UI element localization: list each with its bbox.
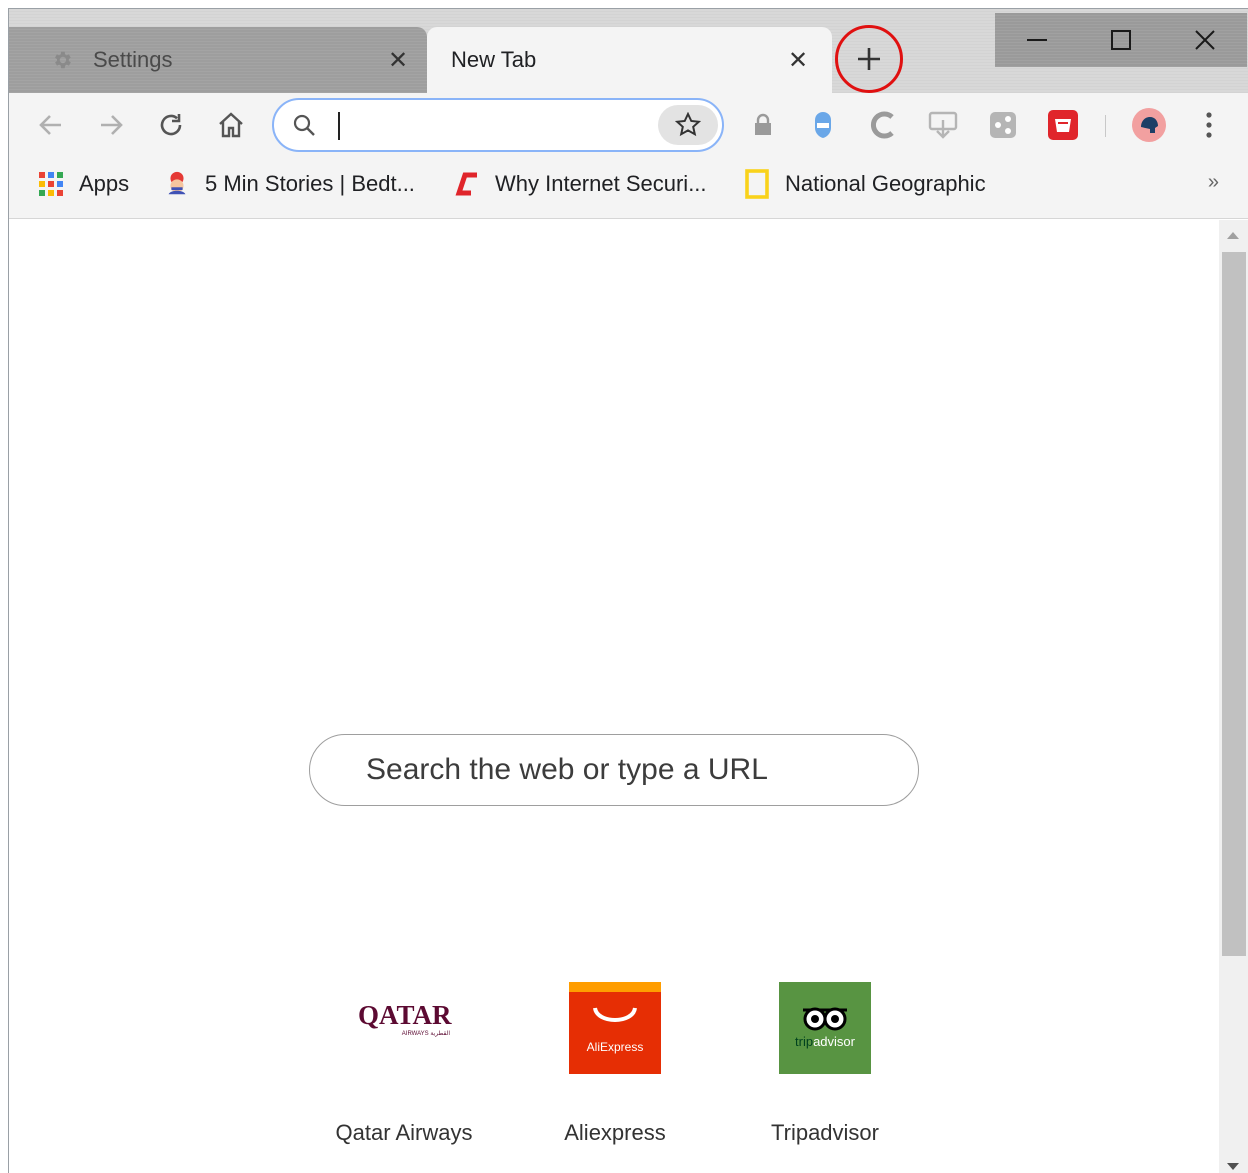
tile-aliexpress[interactable]: AliExpress Aliexpress	[535, 972, 695, 1172]
profile-button[interactable]	[1127, 103, 1171, 147]
bookmark-label: National Geographic	[785, 171, 986, 196]
home-icon	[219, 112, 243, 138]
comodo-extension-button[interactable]	[861, 103, 905, 147]
comodo-extension-icon	[871, 111, 894, 139]
lock-extension-button[interactable]	[741, 103, 785, 147]
tab-settings[interactable]: Settings ✕	[9, 27, 427, 93]
browser-window: Settings ✕ New Tab ✕ Apps 5 Min Stories …	[8, 8, 1248, 1173]
minimize-icon	[1027, 39, 1047, 41]
search-placeholder: Search the web or type a URL	[366, 753, 768, 786]
tab-new-tab[interactable]: New Tab ✕	[427, 27, 832, 93]
bookmarks-bar: Apps 5 Min Stories | Bedt... Why Interne…	[9, 157, 1248, 219]
close-tab-icon[interactable]: ✕	[783, 45, 813, 75]
tile-label: Qatar Airways	[335, 1120, 473, 1145]
download-extension-icon	[928, 111, 958, 139]
red-extension-button[interactable]	[1041, 103, 1085, 147]
bookmarks-overflow-chevron-icon[interactable]: »	[1208, 171, 1219, 194]
tab-strip: Settings ✕ New Tab ✕	[9, 9, 1248, 93]
menu-button[interactable]	[1187, 103, 1231, 147]
vertical-scrollbar[interactable]	[1219, 220, 1248, 1173]
aliexpress-logo: AliExpress	[569, 982, 661, 1074]
smile-icon	[593, 1007, 637, 1022]
bookmark-label: Why Internet Securi...	[495, 171, 707, 196]
forward-arrow-icon	[101, 115, 123, 135]
search-icon	[292, 113, 318, 144]
apps-grid-icon	[37, 170, 65, 198]
lock-extension-icon	[755, 113, 771, 135]
tab-title: New Tab	[451, 47, 537, 72]
tile-tripadvisor[interactable]: tripadvisor Tripadvisor	[745, 972, 905, 1172]
scroll-down-arrow-icon[interactable]	[1227, 1163, 1239, 1170]
tile-qatar-airways[interactable]: QATAR AIRWAYS القطرية Qatar Airways	[324, 972, 484, 1172]
share-extension-icon	[990, 112, 1016, 138]
bookmark-5-min-stories[interactable]: 5 Min Stories | Bedt...	[163, 169, 415, 199]
scroll-up-arrow-icon[interactable]	[1227, 232, 1239, 239]
natgeo-frame-icon	[743, 169, 771, 199]
bookmark-label: Apps	[79, 171, 130, 196]
stories-icon	[163, 170, 191, 198]
maximize-button[interactable]	[1079, 13, 1163, 67]
reload-button[interactable]	[149, 103, 193, 147]
bookmark-star-icon	[675, 112, 701, 137]
text-caret	[338, 112, 340, 140]
bookmark-label: 5 Min Stories | Bedt...	[205, 171, 415, 196]
close-icon	[1195, 30, 1215, 50]
scroll-thumb[interactable]	[1222, 252, 1246, 956]
back-button[interactable]	[29, 103, 73, 147]
reload-icon	[160, 114, 182, 136]
shield-extension-icon	[815, 112, 831, 138]
bookmark-national-geographic[interactable]: National Geographic	[743, 169, 986, 199]
owl-eyes-icon	[803, 1007, 847, 1031]
shield-extension-button[interactable]	[801, 103, 845, 147]
ntp-search-input[interactable]: Search the web or type a URL	[309, 734, 919, 806]
back-arrow-icon	[39, 115, 61, 135]
toolbar	[9, 93, 1248, 157]
comodo-c-icon	[453, 170, 481, 198]
bookmark-why-internet-security[interactable]: Why Internet Securi...	[453, 169, 707, 199]
qatar-airways-logo: QATAR AIRWAYS القطرية	[358, 1000, 452, 1037]
new-tab-button[interactable]	[839, 29, 899, 89]
red-extension-icon	[1048, 110, 1078, 140]
download-extension-button[interactable]	[921, 103, 965, 147]
close-window-button[interactable]	[1163, 13, 1247, 67]
plus-icon	[858, 48, 880, 70]
share-extension-button[interactable]	[981, 103, 1025, 147]
tile-label: Tripadvisor	[771, 1120, 879, 1145]
profile-avatar-icon	[1132, 108, 1166, 142]
home-button[interactable]	[209, 103, 253, 147]
toolbar-separator	[1105, 115, 1106, 137]
tile-label: Aliexpress	[564, 1120, 666, 1145]
menu-dots-icon	[1206, 112, 1212, 138]
tab-title: Settings	[93, 47, 173, 72]
minimize-button[interactable]	[995, 13, 1079, 67]
new-tab-page: Search the web or type a URL QATAR AIRWA…	[9, 220, 1248, 1173]
address-bar[interactable]	[272, 98, 724, 152]
tripadvisor-logo: tripadvisor	[779, 982, 871, 1074]
gear-icon	[51, 49, 73, 71]
close-tab-icon[interactable]: ✕	[383, 45, 413, 75]
bookmark-star-button[interactable]	[658, 105, 718, 145]
bookmark-apps[interactable]: Apps	[37, 169, 129, 199]
maximize-icon	[1111, 30, 1131, 50]
forward-button[interactable]	[89, 103, 133, 147]
